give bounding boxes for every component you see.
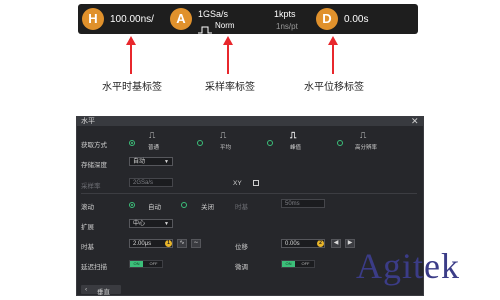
xy-label: XY xyxy=(233,180,242,187)
delay-scan-on: ON xyxy=(130,261,143,267)
expand-label: 扩展 xyxy=(81,224,94,231)
coarse-adjust-icon[interactable]: ∿ xyxy=(177,239,187,248)
fine-toggle[interactable]: ON OFF xyxy=(281,260,315,268)
vertical-back-button[interactable]: ‹ 垂直 xyxy=(81,285,121,296)
peak-waveform-icon: ⎍ xyxy=(290,130,297,140)
dialog-header: 水平 ✕ xyxy=(77,116,423,126)
timebase-badge[interactable]: H xyxy=(82,8,104,30)
sample-rate-value: 1GSa/s xyxy=(198,9,229,19)
memory-depth-value: 自动 xyxy=(133,159,146,165)
timebase-caption: 水平时基标签 xyxy=(102,82,162,93)
roll-auto-label: 自动 xyxy=(148,204,161,211)
acquire-badge[interactable]: A xyxy=(170,8,192,30)
roll-timebase-field: 50ms xyxy=(281,199,325,208)
acquire-option-average: 平均 xyxy=(220,145,232,151)
xy-checkbox[interactable] xyxy=(253,180,259,186)
back-arrow-icon: ‹ xyxy=(85,286,88,293)
knob-1-badge: 1 xyxy=(165,240,172,247)
sample-rate-field: 2GSa/s xyxy=(129,178,173,187)
roll-off-label: 关闭 xyxy=(201,204,214,211)
acquire-average-radio[interactable] xyxy=(197,140,203,146)
roll-off-radio[interactable] xyxy=(181,202,187,208)
arrow-shaft xyxy=(227,44,229,74)
expand-value: 中心 xyxy=(133,221,146,227)
sample-rate-label: 采样率 xyxy=(81,183,101,190)
expand-select[interactable]: 中心 ▼ xyxy=(129,219,173,228)
acquire-normal-radio[interactable] xyxy=(129,140,135,146)
fine-adjust-icon[interactable]: ∼ xyxy=(191,239,201,248)
fine-on: ON xyxy=(282,261,295,267)
fine-off: OFF xyxy=(301,261,310,266)
back-button-label: 垂直 xyxy=(97,289,110,296)
dialog-title: 水平 xyxy=(81,118,95,125)
delay-scan-label: 延迟扫描 xyxy=(81,264,107,271)
offset-label: 位移 xyxy=(235,244,248,251)
label-strip: H 100.00ns/ A 1GSa/s Norm 1kpts 1ns/pt D… xyxy=(78,4,418,34)
roll-auto-radio[interactable] xyxy=(129,202,135,208)
offset-left-icon[interactable]: ◀ xyxy=(331,239,341,248)
time-per-point: 1ns/pt xyxy=(276,22,298,31)
acquire-option-normal: 普通 xyxy=(148,145,160,151)
roll-timebase-label: 时基 xyxy=(235,204,248,211)
memory-depth-select[interactable]: 自动 ▼ xyxy=(129,157,173,166)
delay-badge[interactable]: D xyxy=(316,8,338,30)
memory-points: 1kpts xyxy=(274,9,296,19)
sample-rate-caption: 采样率标签 xyxy=(205,82,255,93)
normal-waveform-icon: ⎍ xyxy=(149,130,156,140)
acquire-hires-radio[interactable] xyxy=(337,140,343,146)
memory-depth-label: 存储深度 xyxy=(81,162,107,169)
acquire-label: 获取方式 xyxy=(81,142,107,149)
offset-value: 0.00s xyxy=(344,14,369,25)
fine-label: 微调 xyxy=(235,264,248,271)
timebase-label: 时基 xyxy=(81,244,94,251)
close-icon[interactable]: ✕ xyxy=(411,116,419,126)
arrow-shaft xyxy=(332,44,334,74)
delay-scan-off: OFF xyxy=(149,261,158,266)
chevron-down-icon: ▼ xyxy=(164,221,169,227)
timebase-value: 100.00ns/ xyxy=(110,14,154,25)
pulse-waveform-icon xyxy=(198,21,212,34)
arrow-shaft xyxy=(130,44,132,74)
acquire-mode: Norm xyxy=(215,21,235,30)
hires-waveform-icon: ⎍ xyxy=(360,130,367,140)
offset-caption: 水平位移标签 xyxy=(304,82,364,93)
delay-scan-toggle[interactable]: ON OFF xyxy=(129,260,163,268)
knob-2-badge: 2 xyxy=(317,240,324,247)
chevron-down-icon: ▼ xyxy=(164,159,169,165)
offset-right-icon[interactable]: ▶ xyxy=(345,239,355,248)
roll-label: 滚动 xyxy=(81,204,94,211)
acquire-option-hires: 高分辨率 xyxy=(355,145,378,151)
acquire-peak-radio[interactable] xyxy=(267,140,273,146)
divider xyxy=(81,193,417,194)
acquire-option-peak: 峰值 xyxy=(290,145,302,151)
brand-logo: Agitek xyxy=(356,246,460,286)
average-waveform-icon: ⎍ xyxy=(220,130,227,140)
